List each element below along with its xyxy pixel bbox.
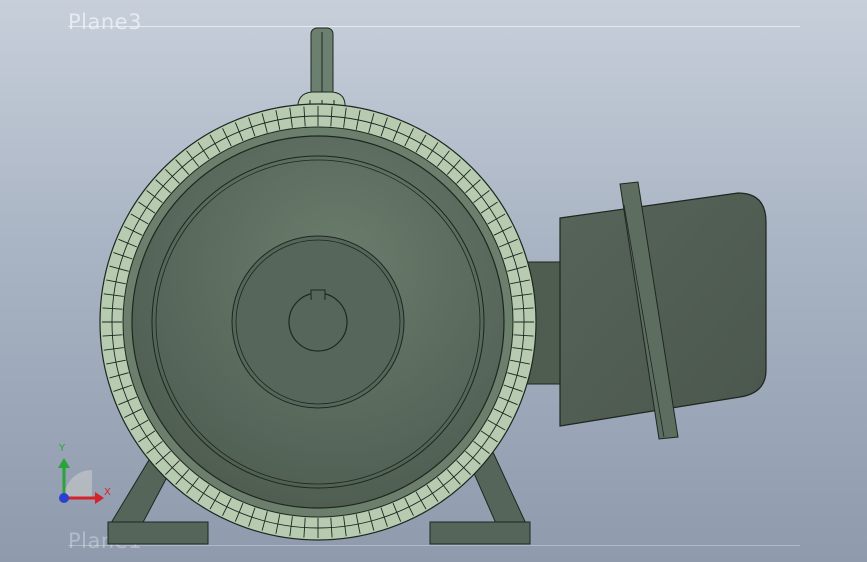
graphics-viewport[interactable]: Plane3 Plane1 Y X	[0, 0, 867, 562]
motor-model[interactable]	[0, 0, 867, 562]
triad-x-label: X	[104, 487, 111, 498]
view-triad[interactable]	[58, 458, 104, 504]
terminal-box[interactable]	[559, 181, 767, 440]
triad-y-label: Y	[59, 443, 66, 454]
